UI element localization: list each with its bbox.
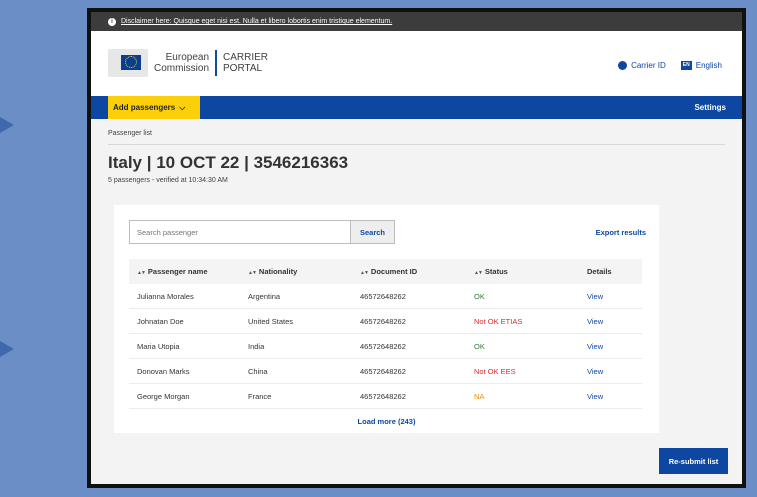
search-input[interactable] bbox=[129, 220, 351, 244]
cell-nationality: France bbox=[248, 391, 272, 401]
sort-icon: ▲▼ bbox=[474, 270, 483, 276]
cell-status: OK bbox=[474, 291, 485, 301]
annotation-arrow-top bbox=[0, 117, 14, 133]
view-link[interactable]: View bbox=[579, 317, 642, 326]
eu-flag-icon bbox=[108, 49, 148, 77]
portal-name: CARRIER PORTAL bbox=[223, 52, 269, 74]
search-button[interactable]: Search bbox=[350, 220, 395, 244]
column-header-name[interactable]: ▲▼ Passenger name bbox=[129, 267, 240, 276]
user-icon bbox=[618, 61, 628, 70]
export-results-link[interactable]: Export results bbox=[596, 228, 646, 237]
add-passengers-dropdown[interactable]: Add passengers ⌵ bbox=[108, 96, 200, 119]
cell-name: George Morgan bbox=[137, 391, 190, 401]
cell-status: NA bbox=[474, 391, 485, 401]
cell-document: 46572648262 bbox=[360, 291, 406, 301]
table-row: Donovan Marks China 46572648262 Not OK E… bbox=[129, 359, 642, 384]
column-header-document[interactable]: ▲▼ Document ID bbox=[352, 267, 466, 276]
resubmit-button[interactable]: Re-submit list bbox=[659, 448, 728, 474]
disclaimer-bar: i Disclaimer here: Quisque eget nisi est… bbox=[91, 12, 742, 31]
cell-document: 46572648262 bbox=[360, 316, 406, 326]
settings-link[interactable]: Settings bbox=[694, 96, 726, 119]
cell-name: Julianna Morales bbox=[137, 291, 194, 301]
ec-name: European Commission bbox=[154, 52, 210, 74]
column-header-details: Details bbox=[587, 267, 612, 276]
logo-divider bbox=[215, 50, 218, 76]
sort-icon: ▲▼ bbox=[137, 270, 146, 276]
disclaimer-link[interactable]: Disclaimer here: Quisque eget nisi est. … bbox=[121, 18, 392, 25]
app-screen: i Disclaimer here: Quisque eget nisi est… bbox=[91, 12, 742, 484]
annotation-arrow-bottom bbox=[0, 341, 14, 357]
sort-icon: ▲▼ bbox=[248, 270, 257, 276]
language-selector[interactable]: English bbox=[696, 61, 722, 70]
carrier-id-link[interactable]: Carrier ID bbox=[631, 61, 666, 70]
cell-name: Johnatan Doe bbox=[137, 316, 184, 326]
column-header-status[interactable]: ▲▼ Status bbox=[466, 267, 579, 276]
cell-status: OK bbox=[474, 341, 485, 351]
main-nav: Add passengers ⌵ Settings bbox=[91, 96, 742, 119]
cell-status: Not OK EES bbox=[474, 366, 516, 376]
column-header-nationality[interactable]: ▲▼ Nationality bbox=[240, 267, 352, 276]
chevron-down-icon: ⌵ bbox=[179, 102, 186, 112]
cell-nationality: United States bbox=[248, 316, 294, 326]
info-icon: i bbox=[108, 17, 116, 26]
page-subtitle: 5 passengers - verified at 10:34:30 AM bbox=[108, 177, 228, 184]
header-actions: Carrier ID EN English bbox=[618, 61, 722, 70]
table-header: ▲▼ Passenger name ▲▼ Nationality ▲▼ Documen… bbox=[129, 259, 642, 284]
table-row: Maria Utopia India 46572648262 OK View bbox=[129, 334, 642, 359]
passenger-card: Search Export results ▲▼Passenger name ▲… bbox=[114, 205, 659, 433]
page-title: Italy | 10 OCT 22 | 3546216363 bbox=[108, 153, 349, 172]
cell-document: 46572648262 bbox=[360, 391, 406, 401]
table-row: George Morgan France 46572648262 NA View bbox=[129, 384, 642, 409]
table-row: Johnatan Doe United States 46572648262 N… bbox=[129, 309, 642, 334]
cell-document: 46572648262 bbox=[360, 366, 406, 376]
view-link[interactable]: View bbox=[579, 292, 642, 301]
monitor-frame: i Disclaimer here: Quisque eget nisi est… bbox=[87, 8, 746, 488]
view-link[interactable]: View bbox=[579, 392, 642, 401]
breadcrumb: Passenger list bbox=[108, 130, 152, 137]
view-link[interactable]: View bbox=[579, 367, 642, 376]
cell-nationality: China bbox=[248, 366, 268, 376]
ec-logo[interactable]: European Commission CARRIER PORTAL bbox=[108, 49, 268, 77]
sort-icon: ▲▼ bbox=[360, 270, 369, 276]
cell-status: Not OK ETIAS bbox=[474, 316, 523, 326]
cell-name: Donovan Marks bbox=[137, 366, 190, 376]
view-link[interactable]: View bbox=[579, 342, 642, 351]
passenger-table: ▲▼ Passenger name ▲▼ Nationality ▲▼ Documen… bbox=[129, 259, 642, 409]
load-more-link[interactable]: Load more (243) bbox=[114, 417, 659, 426]
divider bbox=[108, 144, 725, 145]
language-icon: EN bbox=[680, 61, 692, 70]
add-passengers-label: Add passengers bbox=[113, 103, 176, 112]
cell-nationality: India bbox=[248, 341, 265, 351]
cell-nationality: Argentina bbox=[248, 291, 281, 301]
site-header: European Commission CARRIER PORTAL Carrier… bbox=[91, 31, 742, 96]
cell-document: 46572648262 bbox=[360, 341, 406, 351]
table-row: Julianna Morales Argentina 46572648262 O… bbox=[129, 284, 642, 309]
cell-name: Maria Utopia bbox=[137, 341, 180, 351]
